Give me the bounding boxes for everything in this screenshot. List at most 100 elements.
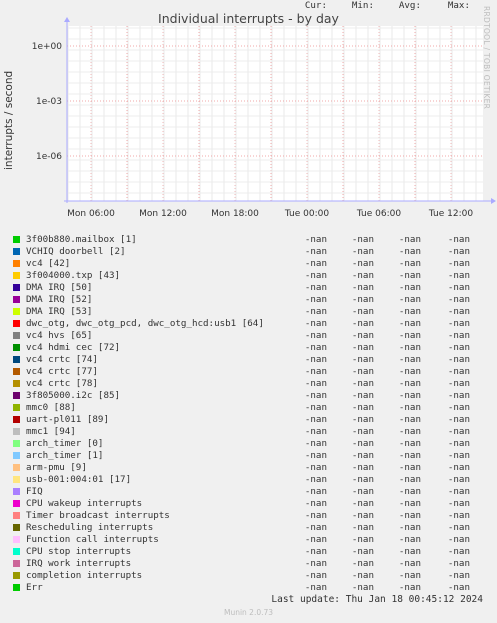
series-color-swatch: [13, 584, 20, 591]
value-max: -nan: [447, 390, 470, 401]
legend-row: Rescheduling interrupts -nan -nan -nan -nan: [0, 522, 497, 534]
series-label: vc4 crtc [77]: [26, 366, 98, 377]
legend-row: mmc1 [94] -nan -nan -nan -nan: [0, 426, 497, 438]
series-color-swatch: [13, 260, 20, 267]
series-color-swatch: [13, 536, 20, 543]
chart-title: Individual interrupts - by day: [158, 11, 339, 26]
series-label: vc4 crtc [74]: [26, 354, 98, 365]
value-max: -nan: [447, 582, 470, 593]
legend-row: completion interrupts -nan -nan -nan -nan: [0, 570, 497, 582]
series-color-swatch: [13, 284, 20, 291]
series-color-swatch: [13, 248, 20, 255]
series-label: DMA IRQ [50]: [26, 282, 93, 293]
series-label: vc4 hdmi cec [72]: [26, 342, 121, 353]
series-color-swatch: [13, 572, 20, 579]
series-label: arm-pmu [9]: [26, 462, 87, 473]
series-color-swatch: [13, 512, 20, 519]
value-max: -nan: [447, 570, 470, 581]
series-color-swatch: [13, 524, 20, 531]
value-max: -nan: [447, 534, 470, 545]
value-max: -nan: [447, 270, 470, 281]
series-label: IRQ work interrupts: [26, 558, 132, 569]
value-max: -nan: [447, 318, 470, 329]
series-label: VCHIQ doorbell [2]: [26, 246, 126, 257]
legend-row: CPU wakeup interrupts -nan -nan -nan -nan: [0, 498, 497, 510]
series-label: vc4 hvs [65]: [26, 330, 93, 341]
series-label: 3f004000.txp [43]: [26, 270, 121, 281]
series-label: arch_timer [1]: [26, 450, 104, 461]
series-color-swatch: [13, 404, 20, 411]
value-max: -nan: [447, 330, 470, 341]
legend-row: mmc0 [88] -nan -nan -nan -nan: [0, 402, 497, 414]
legend-row: DMA IRQ [52] -nan -nan -nan -nan: [0, 294, 497, 306]
series-label: DMA IRQ [53]: [26, 306, 93, 317]
series-color-swatch: [13, 476, 20, 483]
value-max: -nan: [447, 414, 470, 425]
series-label: uart-pl011 [89]: [26, 414, 109, 425]
series-color-swatch: [13, 548, 20, 555]
series-label: mmc1 [94]: [26, 426, 76, 437]
legend-row: arm-pmu [9] -nan -nan -nan -nan: [0, 462, 497, 474]
series-label: vc4 [42]: [26, 258, 71, 269]
legend-row: VCHIQ doorbell [2] -nan -nan -nan -nan: [0, 246, 497, 258]
value-max: -nan: [447, 450, 470, 461]
series-label: completion interrupts: [26, 570, 143, 581]
series-color-swatch: [13, 236, 20, 243]
series-label: mmc0 [88]: [26, 402, 76, 413]
value-max: -nan: [447, 306, 470, 317]
legend-row: Timer broadcast interrupts -nan -nan -nan -n…: [0, 510, 497, 522]
y-tick-label: 1e+00: [32, 42, 63, 52]
series-label: vc4 crtc [78]: [26, 378, 98, 389]
header-max: Max:: [447, 0, 470, 11]
legend-row: uart-pl011 [89] -nan -nan -nan -nan: [0, 414, 497, 426]
y-tick-label: 1e-06: [36, 152, 62, 162]
legend-row: usb-001:004:01 [17] -nan -nan -nan -nan: [0, 474, 497, 486]
y-axis-ticks: 1e+00 1e-03 1e-06: [32, 42, 63, 162]
y-tick-label: 1e-03: [36, 97, 62, 107]
x-tick-label: Tue 00:00: [284, 209, 329, 219]
series-color-swatch: [13, 452, 20, 459]
x-tick-label: Mon 12:00: [139, 209, 187, 219]
legend-row: DMA IRQ [50] -nan -nan -nan -nan: [0, 282, 497, 294]
series-label: CPU stop interrupts: [26, 546, 132, 557]
legend-row: 3f00b880.mailbox [1] -nan -nan -nan -nan: [0, 234, 497, 246]
x-tick-label: Mon 06:00: [67, 209, 115, 219]
chart-grid: [67, 26, 483, 201]
legend-row: vc4 [42] -nan -nan -nan -nan: [0, 258, 497, 270]
value-max: -nan: [447, 342, 470, 353]
legend-row: arch_timer [1] -nan -nan -nan -nan: [0, 450, 497, 462]
series-label: usb-001:004:01 [17]: [26, 474, 132, 485]
series-color-swatch: [13, 332, 20, 339]
legend-row: vc4 crtc [78] -nan -nan -nan -nan: [0, 378, 497, 390]
series-label: 3f805000.i2c [85]: [26, 390, 121, 401]
series-label: 3f00b880.mailbox [1]: [26, 234, 137, 245]
value-max: -nan: [447, 462, 470, 473]
series-color-swatch: [13, 320, 20, 327]
legend-row: dwc_otg, dwc_otg_pcd, dwc_otg_hcd:usb1 […: [0, 318, 497, 330]
value-max: -nan: [447, 378, 470, 389]
value-max: -nan: [447, 546, 470, 557]
value-max: -nan: [447, 282, 470, 293]
chart-plot: 1e+00 1e-03 1e-06 Mon 06:00 Mon 12:00 Mon 18…: [32, 17, 496, 219]
value-max: -nan: [447, 258, 470, 269]
series-label: Timer broadcast interrupts: [26, 510, 170, 521]
series-label: arch_timer [0]: [26, 438, 104, 449]
value-max: -nan: [447, 510, 470, 521]
series-label: CPU wakeup interrupts: [26, 498, 143, 509]
last-update: Last update: Thu Jan 18 00:45:12 2024: [271, 594, 483, 605]
value-max: -nan: [447, 354, 470, 365]
value-max: -nan: [447, 474, 470, 485]
value-max: -nan: [447, 486, 470, 497]
legend-row: CPU stop interrupts -nan -nan -nan -nan: [0, 546, 497, 558]
value-max: -nan: [447, 426, 470, 437]
series-color-swatch: [13, 344, 20, 351]
x-tick-label: Tue 12:00: [428, 209, 473, 219]
y-axis-label: interrupts / second: [3, 70, 15, 170]
value-max: -nan: [447, 402, 470, 413]
value-max: -nan: [447, 234, 470, 245]
series-color-swatch: [13, 272, 20, 279]
legend-row: IRQ work interrupts -nan -nan -nan -nan: [0, 558, 497, 570]
series-color-swatch: [13, 392, 20, 399]
series-color-swatch: [13, 416, 20, 423]
x-axis-ticks: Mon 06:00 Mon 12:00 Mon 18:00 Tue 00:00 Tue …: [67, 209, 473, 219]
